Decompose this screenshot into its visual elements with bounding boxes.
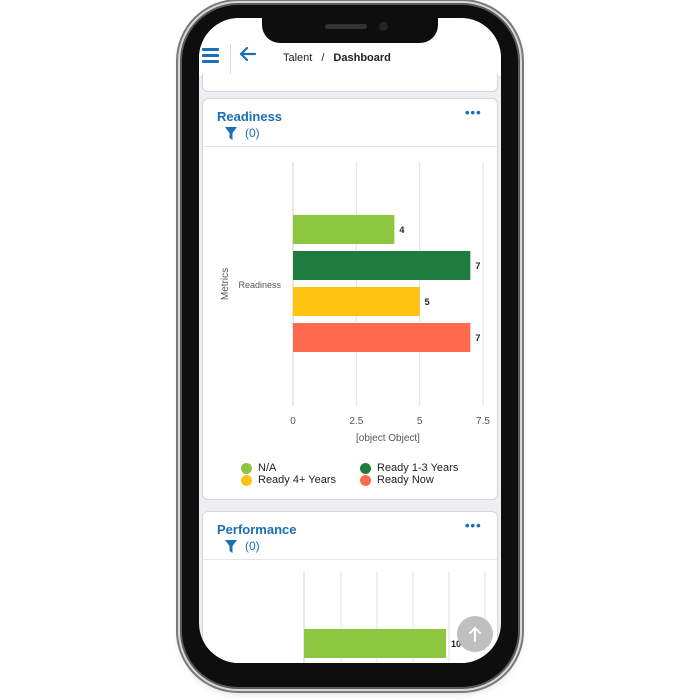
legend-swatch bbox=[241, 462, 252, 474]
speaker-grille bbox=[325, 24, 367, 29]
breadcrumb: Talent / Dashboard bbox=[283, 52, 391, 64]
bar-ready-4-years bbox=[293, 287, 420, 316]
performance-filter[interactable]: (0) bbox=[225, 539, 260, 553]
legend-label: Ready 1-3 Years bbox=[377, 462, 459, 474]
menu-icon[interactable] bbox=[202, 48, 219, 64]
breadcrumb-root[interactable]: Talent bbox=[283, 52, 312, 64]
performance-card-divider bbox=[203, 559, 497, 560]
readiness-chart: 0 2.5 5 7.5 [object Object] Metrics Readiness 4… bbox=[220, 162, 490, 444]
legend-swatch bbox=[360, 474, 371, 486]
phone-screen: Talent / Dashboard Readiness ••• (0) 0 2.5 5… bbox=[199, 18, 501, 663]
scroll-to-top-button[interactable] bbox=[457, 616, 493, 652]
legend-label: Ready Now bbox=[377, 474, 434, 486]
performance-more-icon[interactable]: ••• bbox=[465, 518, 482, 533]
y-category-label: Readiness bbox=[238, 280, 281, 290]
performance-chart: 10 bbox=[303, 572, 486, 663]
legend-item[interactable]: Ready 1-3 Years bbox=[360, 462, 458, 474]
legend-item[interactable]: Ready 4+ Years bbox=[241, 474, 336, 486]
bar-ready-now bbox=[293, 323, 471, 352]
performance-card-title: Performance bbox=[217, 522, 297, 537]
bar-data-label: 7 bbox=[475, 333, 480, 343]
x-tick-label: 0 bbox=[290, 416, 296, 427]
legend-item[interactable]: Ready Now bbox=[360, 474, 434, 486]
x-tick-label: 2.5 bbox=[349, 416, 363, 427]
phone-notch bbox=[262, 16, 438, 43]
readiness-card-divider bbox=[203, 146, 497, 147]
bar bbox=[304, 629, 446, 658]
performance-card: Performance ••• (0) 10 bbox=[202, 511, 498, 663]
bar-data-label: 4 bbox=[399, 225, 404, 235]
filter-icon bbox=[225, 126, 237, 140]
readiness-card-title: Readiness bbox=[217, 109, 283, 124]
readiness-filter-count: (0) bbox=[245, 126, 260, 140]
readiness-filter[interactable]: (0) bbox=[225, 126, 260, 140]
arrow-up-icon bbox=[469, 627, 481, 642]
x-tick-label: 7.5 bbox=[476, 416, 490, 427]
legend-label: N/A bbox=[258, 462, 277, 474]
performance-filter-count: (0) bbox=[245, 539, 260, 553]
breadcrumb-current: Dashboard bbox=[333, 52, 391, 64]
readiness-more-icon[interactable]: ••• bbox=[465, 105, 482, 120]
y-axis-label: Metrics bbox=[220, 268, 231, 300]
x-tick-label: 5 bbox=[417, 416, 423, 427]
bar-n-a bbox=[293, 215, 395, 244]
filter-icon bbox=[225, 539, 237, 553]
bar-data-label: 5 bbox=[425, 297, 430, 307]
bar-data-label: 7 bbox=[475, 261, 480, 271]
bar-ready-1-3-years bbox=[293, 251, 471, 280]
power-button bbox=[518, 160, 521, 232]
previous-card bbox=[202, 74, 498, 92]
legend-swatch bbox=[241, 474, 252, 486]
legend-label: Ready 4+ Years bbox=[258, 474, 336, 486]
back-arrow-icon[interactable] bbox=[239, 46, 257, 67]
readiness-card: Readiness ••• (0) 0 2.5 5 7.5 [object Object… bbox=[202, 98, 498, 500]
legend-item[interactable]: N/A bbox=[241, 462, 276, 474]
legend-swatch bbox=[360, 462, 371, 474]
front-camera bbox=[379, 22, 388, 31]
breadcrumb-separator: / bbox=[321, 52, 325, 64]
x-axis-label: [object Object] bbox=[356, 433, 420, 444]
header-divider bbox=[230, 44, 231, 76]
